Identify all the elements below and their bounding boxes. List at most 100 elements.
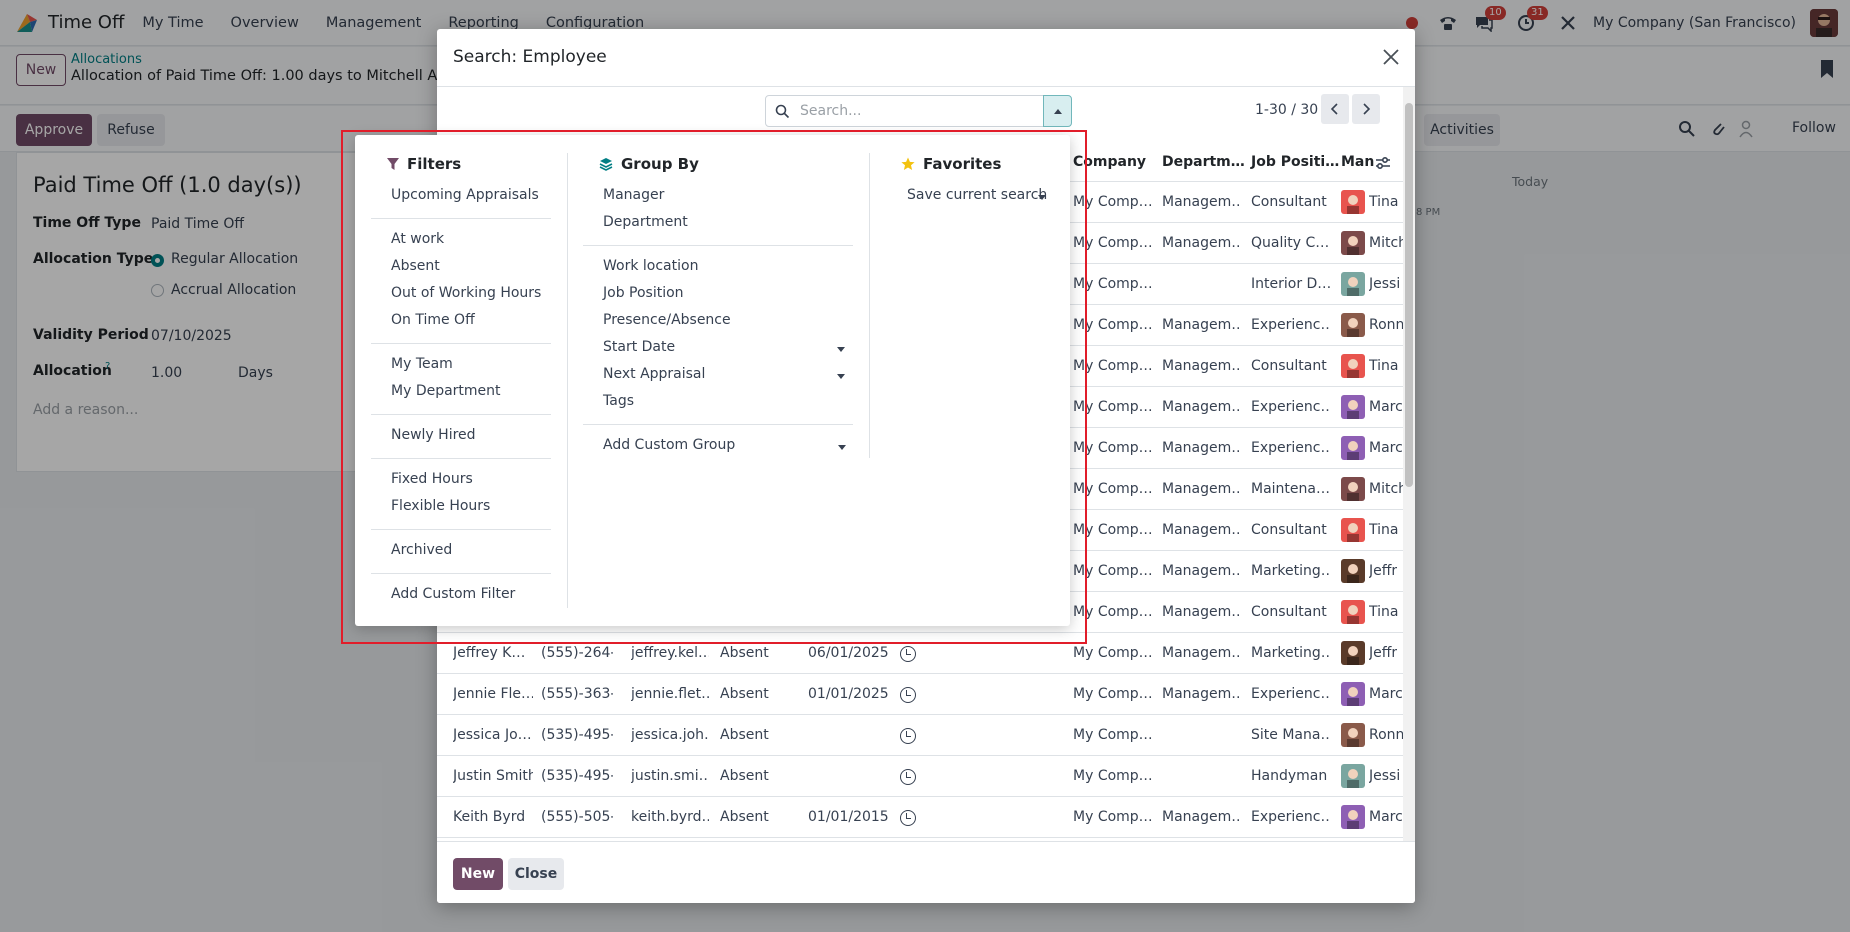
cell-dept: Managem…	[1162, 645, 1240, 661]
favorites-header: Favorites	[901, 155, 1001, 173]
table-row[interactable]: Jeffrey K… (555)-264-… jeffrey.kel… Absent 0…	[437, 633, 1403, 674]
divider	[583, 424, 853, 425]
cell-company: My Comp…	[1073, 604, 1153, 620]
cell-manager: Tina …	[1369, 194, 1403, 210]
add-custom-filter[interactable]: Add Custom Filter	[391, 586, 515, 602]
filter-absent[interactable]: Absent	[391, 258, 440, 274]
cell-job: Quality C…	[1251, 235, 1330, 251]
filter-icon	[387, 157, 399, 170]
cell-dept: Managem…	[1162, 522, 1240, 538]
manager-avatar	[1341, 805, 1365, 829]
group-work-location[interactable]: Work location	[603, 258, 698, 274]
caret-up-icon	[1054, 109, 1062, 114]
cell-presence: Absent	[720, 727, 769, 743]
cell-job: Handyman	[1251, 768, 1328, 784]
column-divider	[567, 153, 568, 608]
caret-down-icon[interactable]	[1038, 195, 1046, 200]
filter-at-work[interactable]: At work	[391, 231, 444, 247]
cell-company: My Comp…	[1073, 563, 1153, 579]
table-row[interactable]: Justin Smith (535)-495-… justin.smi… Absent…	[437, 756, 1403, 797]
cell-name: Jeffrey K…	[453, 645, 526, 661]
scrollbar-thumb[interactable]	[1405, 103, 1413, 487]
close-dialog-button[interactable]: Close	[508, 858, 564, 890]
add-custom-group[interactable]: Add Custom Group	[603, 437, 735, 453]
cell-company: My Comp…	[1073, 645, 1153, 661]
save-current-search[interactable]: Save current search	[907, 187, 1047, 203]
filter-newly-hired[interactable]: Newly Hired	[391, 427, 476, 443]
manager-avatar	[1341, 682, 1365, 706]
cell-date: 01/01/2015	[808, 809, 888, 825]
group-presence-absence[interactable]: Presence/Absence	[603, 312, 731, 328]
filter-archived[interactable]: Archived	[391, 542, 452, 558]
filter-my-department[interactable]: My Department	[391, 383, 501, 399]
group-start-date[interactable]: Start Date	[603, 339, 675, 355]
cell-dept: Managem…	[1162, 235, 1240, 251]
pager-next[interactable]	[1352, 94, 1380, 124]
cell-job: Interior D…	[1251, 276, 1331, 292]
column-manager[interactable]: Man	[1341, 154, 1374, 170]
cell-name: Jennie Fle…	[453, 686, 533, 702]
group-next-appraisal[interactable]: Next Appraisal	[603, 366, 705, 382]
caret-down-icon[interactable]	[837, 347, 845, 352]
cell-job: Experienc…	[1251, 317, 1331, 333]
filter-out-of-working-hours[interactable]: Out of Working Hours	[391, 285, 541, 301]
manager-avatar	[1341, 641, 1365, 665]
manager-avatar	[1341, 764, 1365, 788]
cell-phone: (535)-495-…	[541, 768, 613, 784]
cell-job: Experienc…	[1251, 809, 1331, 825]
cell-company: My Comp…	[1073, 686, 1153, 702]
pager-previous[interactable]	[1321, 94, 1349, 124]
search-options-toggle[interactable]	[1043, 95, 1072, 127]
cell-manager: Marc	[1369, 686, 1403, 702]
cell-email: jeffrey.kel…	[631, 645, 709, 661]
column-job-position[interactable]: Job Positi…	[1251, 154, 1339, 170]
search-icon	[775, 104, 790, 119]
caret-down-icon[interactable]	[838, 445, 846, 450]
cell-manager: Tina …	[1369, 358, 1403, 374]
cell-job: Experienc…	[1251, 440, 1331, 456]
column-divider	[869, 153, 870, 458]
group-tags[interactable]: Tags	[603, 393, 634, 409]
manager-avatar	[1341, 354, 1365, 378]
cell-manager: Marc	[1369, 809, 1403, 825]
group-job-position[interactable]: Job Position	[603, 285, 684, 301]
cell-phone: (535)-495-…	[541, 727, 613, 743]
filters-header: Filters	[387, 155, 461, 173]
cell-manager: Marc	[1369, 440, 1403, 456]
cell-dept: Managem…	[1162, 563, 1240, 579]
caret-down-icon[interactable]	[837, 374, 845, 379]
column-department[interactable]: Departm…	[1162, 154, 1245, 170]
filter-fixed-hours[interactable]: Fixed Hours	[391, 471, 473, 487]
column-company[interactable]: Company	[1073, 154, 1146, 170]
scrollbar[interactable]	[1403, 87, 1415, 869]
filter-on-time-off[interactable]: On Time Off	[391, 312, 475, 328]
clock-icon	[900, 810, 916, 826]
group-manager[interactable]: Manager	[603, 187, 664, 203]
cell-email: jessica.joh…	[631, 727, 709, 743]
filter-my-team[interactable]: My Team	[391, 356, 453, 372]
table-row[interactable]: Keith Byrd (555)-505-… keith.byrd… Absent 01…	[437, 797, 1403, 838]
cell-dept: Managem…	[1162, 481, 1240, 497]
filter-upcoming-appraisals[interactable]: Upcoming Appraisals	[391, 187, 539, 203]
table-row[interactable]: Jessica Jo… (535)-495-… jessica.joh… Absent…	[437, 715, 1403, 756]
pager-value[interactable]: 1-30 / 30	[1255, 102, 1318, 118]
search-input[interactable]: Search...	[765, 95, 1045, 127]
cell-manager: Tina …	[1369, 604, 1403, 620]
close-icon[interactable]	[1381, 47, 1401, 67]
optional-columns-icon[interactable]	[1375, 155, 1391, 171]
manager-avatar	[1341, 313, 1365, 337]
dialog-title: Search: Employee	[453, 47, 607, 67]
cell-company: My Comp…	[1073, 522, 1153, 538]
filter-flexible-hours[interactable]: Flexible Hours	[391, 498, 490, 514]
manager-avatar	[1341, 231, 1365, 255]
cell-job: Experienc…	[1251, 686, 1331, 702]
new-employee-button[interactable]: New	[453, 858, 503, 890]
divider	[371, 458, 551, 459]
chevron-right-icon	[1363, 103, 1371, 115]
group-department[interactable]: Department	[603, 214, 688, 230]
cell-manager: Ronn	[1369, 727, 1403, 743]
cell-phone: (555)-363-…	[541, 686, 613, 702]
cell-company: My Comp…	[1073, 194, 1153, 210]
dialog-header: Search: Employee	[437, 29, 1415, 87]
table-row[interactable]: Jennie Fle… (555)-363-… jennie.flet… Absent…	[437, 674, 1403, 715]
